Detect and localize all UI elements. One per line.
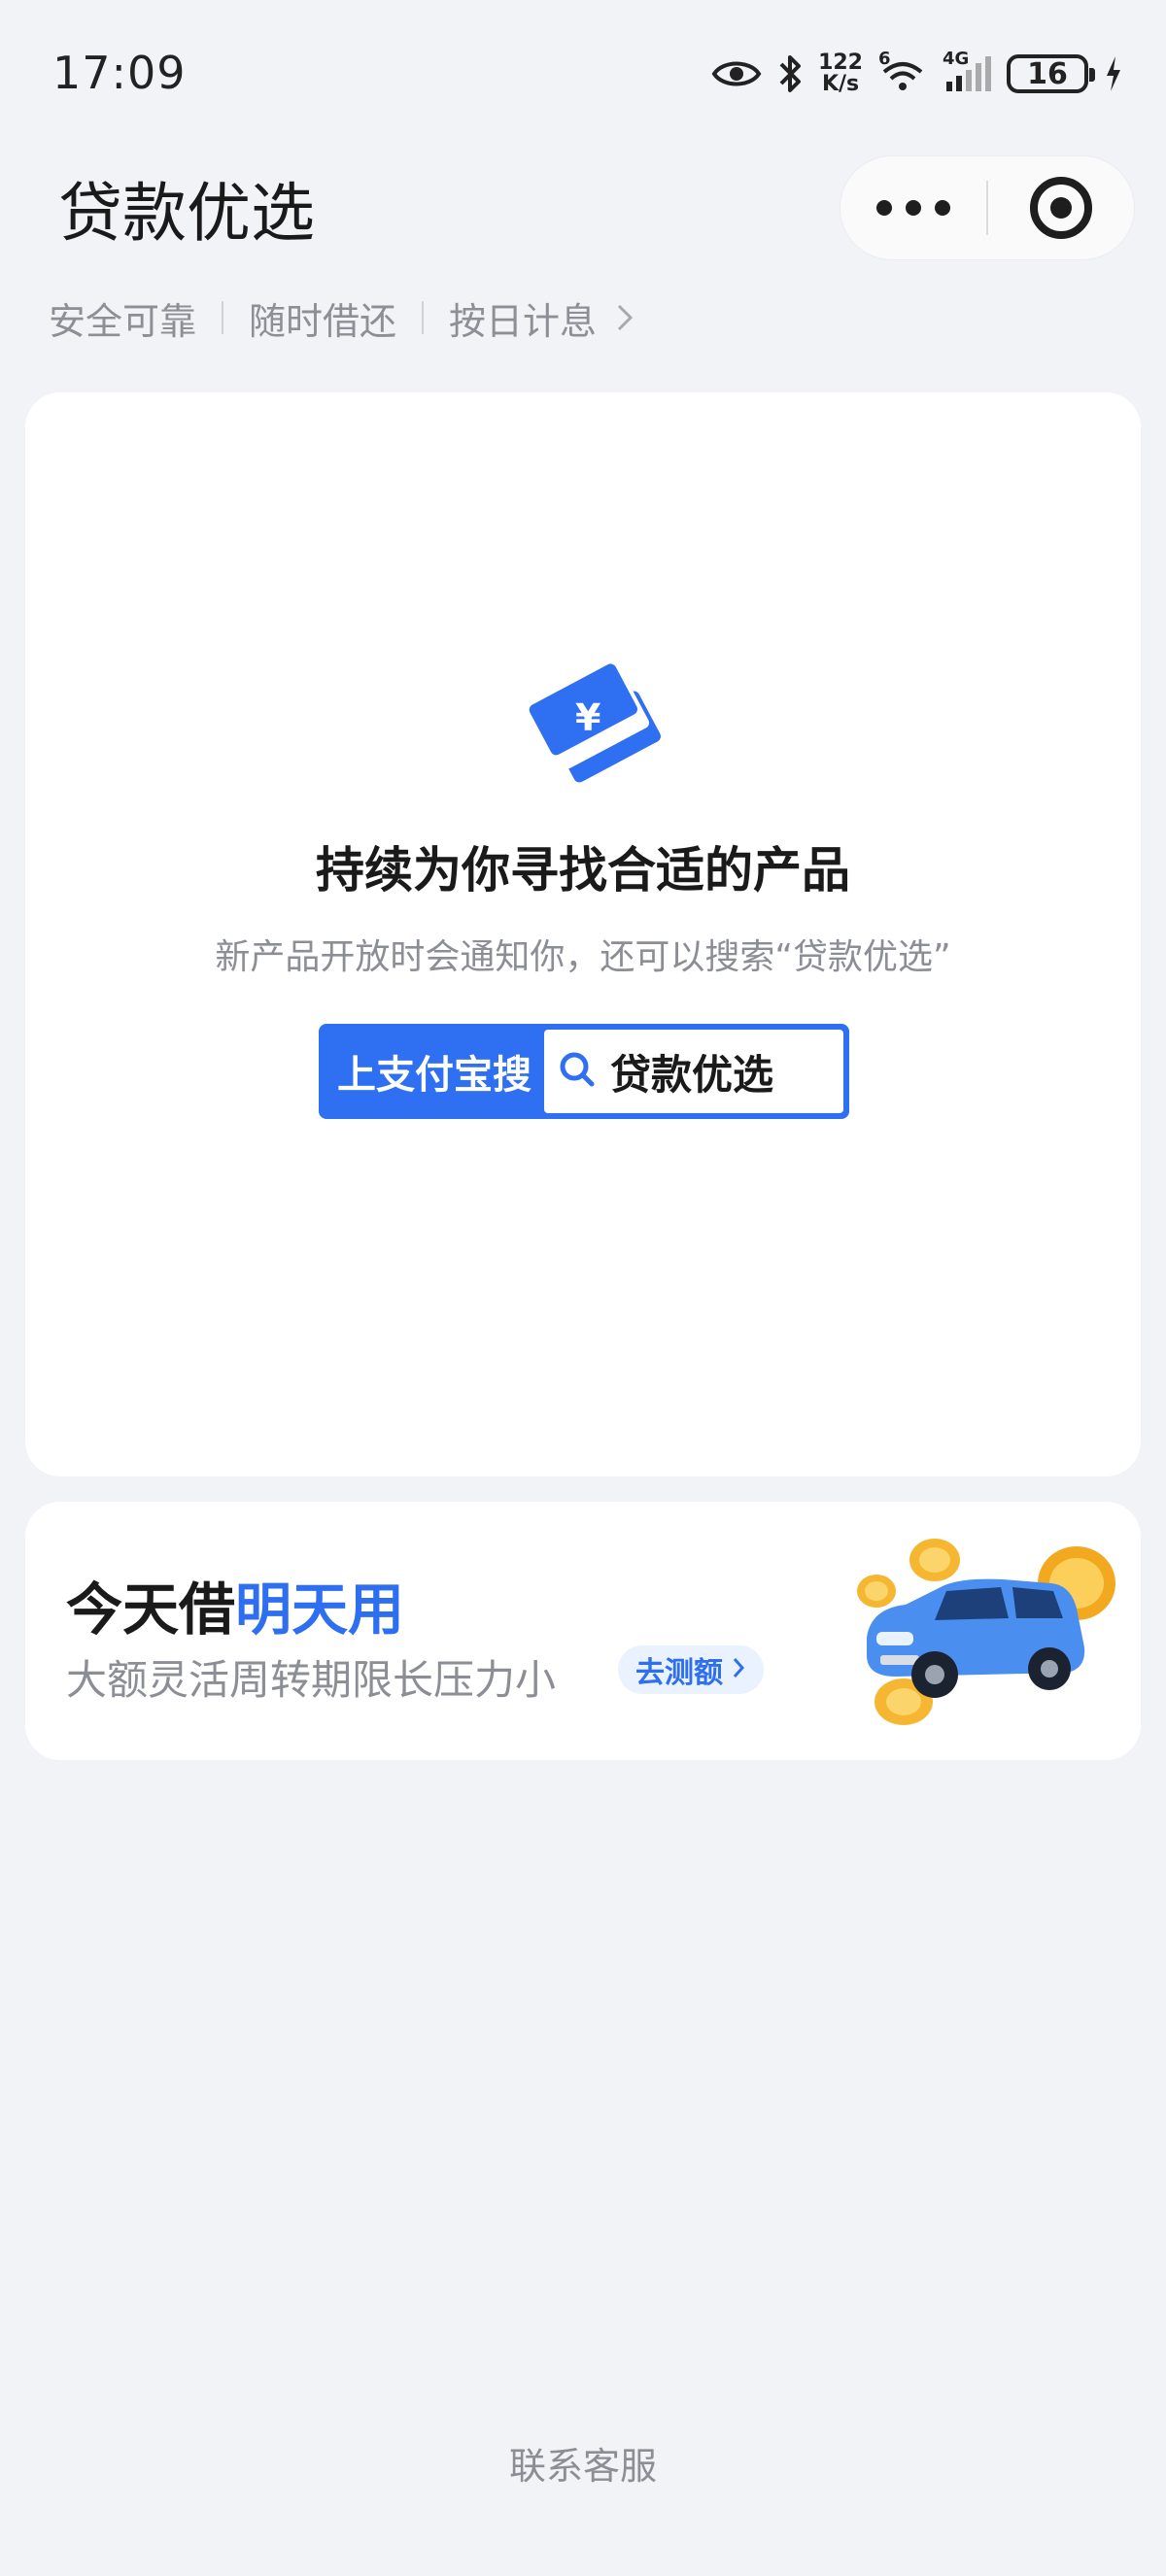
status-bar: 17:09 122 K/s 6 4G 16 [0, 0, 1166, 136]
promo-title: 今天借明天用 [66, 1564, 404, 1645]
car-with-coins-illustration [857, 1539, 1115, 1725]
page: 17:09 122 K/s 6 4G 16 贷款优选 安全可靠 随时借还 按日计… [0, 0, 1166, 2576]
bluetooth-icon [777, 52, 803, 95]
feature-row[interactable]: 安全可靠 随时借还 按日计息 [49, 289, 635, 346]
alipay-search-hint[interactable]: 上支付宝搜 贷款优选 [319, 1024, 849, 1119]
wifi-label: 6 [878, 49, 891, 69]
promo-title-part1: 今天借 [66, 1576, 236, 1643]
feature-divider [422, 301, 425, 334]
battery-level: 16 [1027, 56, 1068, 91]
eye-icon [711, 57, 762, 90]
wifi-icon: 6 [878, 49, 927, 93]
more-button[interactable] [840, 155, 986, 260]
empty-state-subtext: 新产品开放时会通知你，还可以搜索“贷款优选” [215, 937, 951, 977]
chevron-right-icon [731, 1653, 746, 1687]
search-hint-prefix: 上支付宝搜 [337, 1053, 532, 1098]
more-icon [876, 200, 950, 216]
money-card-icon: ¥ [529, 663, 661, 783]
network-speed-unit: K/s [821, 72, 860, 96]
empty-state-card: ¥ 持续为你寻找合适的产品 新产品开放时会通知你，还可以搜索“贷款优选” 上支付… [25, 392, 1141, 1476]
search-icon [558, 1050, 597, 1093]
contact-support-link[interactable]: 联系客服 [0, 2436, 1166, 2490]
feature-divider [222, 301, 224, 334]
chevron-right-icon [614, 302, 635, 333]
promo-card[interactable]: 今天借明天用 大额灵活周转期限长压力小 去测额 [25, 1502, 1141, 1760]
promo-subtitle: 大额灵活周转期限长压力小 [66, 1656, 557, 1704]
mini-program-capsule [840, 155, 1135, 260]
feature-item-safe: 安全可靠 [49, 299, 197, 343]
status-time: 17:09 [52, 47, 187, 99]
empty-state-heading: 持续为你寻找合适的产品 [316, 842, 850, 898]
close-mini-program-button[interactable] [988, 155, 1134, 260]
check-credit-label: 去测额 [635, 1656, 723, 1690]
charging-icon [1104, 54, 1123, 93]
page-title: 贷款优选 [58, 176, 315, 251]
status-icons: 122 K/s 6 4G 16 [711, 49, 1123, 99]
network-speed: 122 K/s [818, 52, 863, 95]
svg-text:¥: ¥ [575, 696, 600, 739]
battery-icon: 16 [1007, 54, 1095, 93]
promo-title-part2: 明天用 [235, 1576, 405, 1643]
feature-item-daily-interest: 按日计息 [449, 299, 598, 343]
signal-icon: 4G [943, 49, 991, 93]
feature-item-flexible: 随时借还 [249, 299, 397, 343]
check-credit-button[interactable]: 去测额 [618, 1645, 764, 1694]
search-hint-keyword: 贷款优选 [610, 1050, 774, 1099]
target-icon [1029, 177, 1092, 239]
search-hint-field: 贷款优选 [544, 1030, 843, 1113]
cellular-label: 4G [943, 49, 970, 69]
network-speed-value: 122 [818, 51, 863, 75]
